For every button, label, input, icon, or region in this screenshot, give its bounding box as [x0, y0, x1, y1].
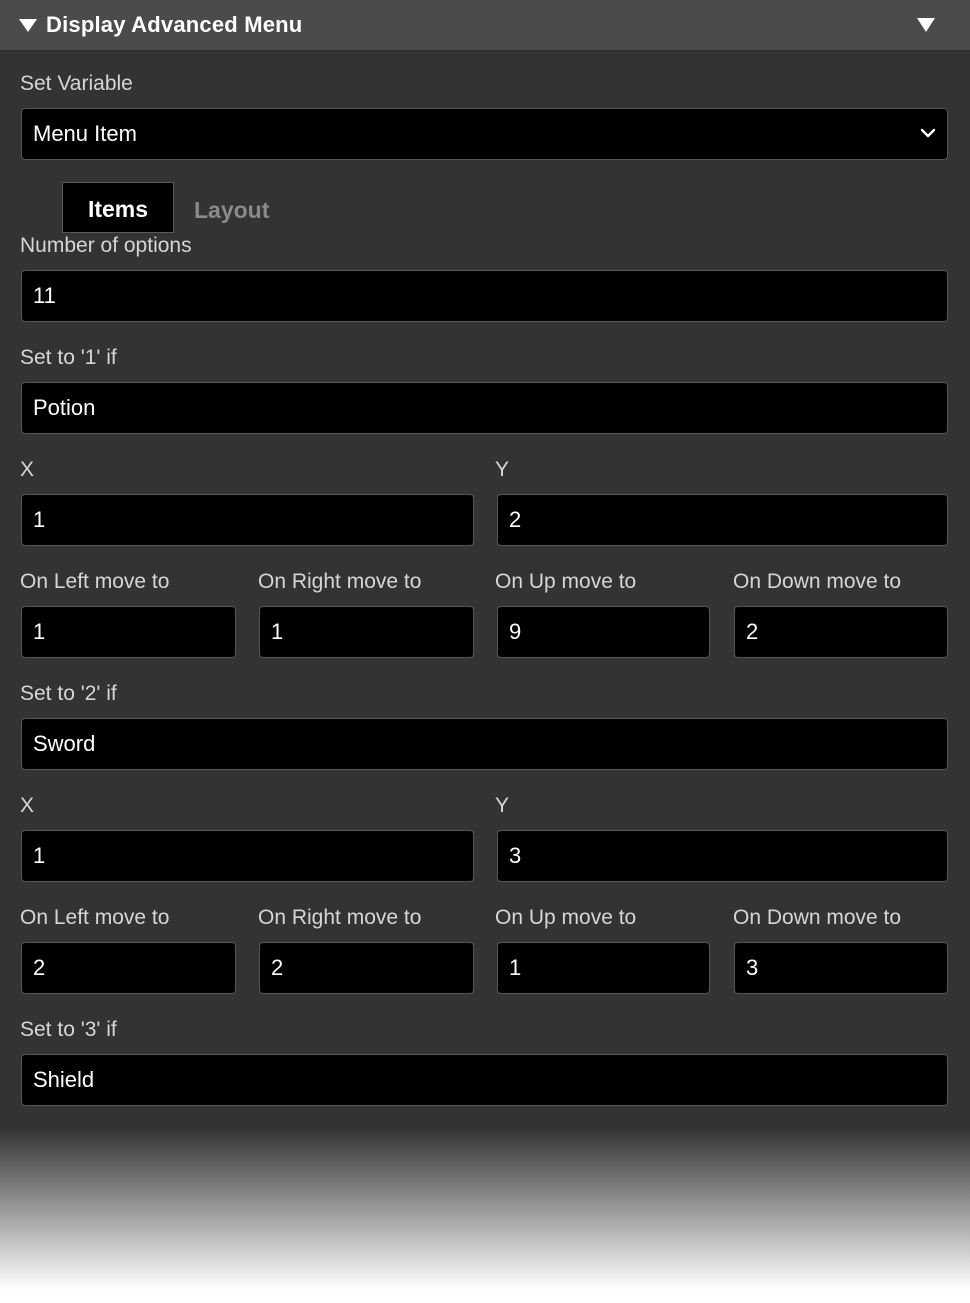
- option-1-label: Set to '1' if: [20, 346, 117, 369]
- option-1-down-input[interactable]: 2: [734, 606, 948, 658]
- set-variable-select[interactable]: Menu Item: [21, 108, 948, 160]
- option-2-up-label: On Up move to: [495, 906, 637, 929]
- option-1-x-label: X: [20, 458, 35, 481]
- option-1-condition-input[interactable]: Potion: [21, 382, 948, 434]
- set-variable-value: Menu Item: [33, 121, 137, 146]
- option-2-x-input[interactable]: 1: [21, 830, 474, 882]
- option-1-up-input[interactable]: 9: [497, 606, 710, 658]
- panel-header[interactable]: Display Advanced Menu: [0, 0, 970, 51]
- option-1-y-label: Y: [495, 458, 510, 481]
- option-1-down-label: On Down move to: [733, 570, 902, 593]
- option-2-y-label: Y: [495, 794, 510, 817]
- option-2-left-label: On Left move to: [20, 906, 170, 929]
- option-3-condition-input[interactable]: Shield: [21, 1054, 948, 1106]
- option-1-right-label: On Right move to: [258, 570, 422, 593]
- option-1-left-input[interactable]: 1: [21, 606, 236, 658]
- option-1-y-input[interactable]: 2: [497, 494, 948, 546]
- set-variable-label: Set Variable: [20, 72, 133, 95]
- chevron-down-icon: [921, 128, 935, 138]
- tab-layout[interactable]: Layout: [194, 182, 269, 233]
- option-2-down-input[interactable]: 3: [734, 942, 948, 994]
- advanced-menu-panel: Display Advanced Menu Set Variable Menu …: [0, 0, 970, 1303]
- option-2-right-label: On Right move to: [258, 906, 422, 929]
- option-2-down-label: On Down move to: [733, 906, 902, 929]
- option-2-x-label: X: [20, 794, 35, 817]
- tab-items[interactable]: Items: [62, 182, 174, 233]
- option-1-x-input[interactable]: 1: [21, 494, 474, 546]
- dropdown-triangle-icon[interactable]: [917, 18, 935, 32]
- option-2-condition-input[interactable]: Sword: [21, 718, 948, 770]
- option-2-left-input[interactable]: 2: [21, 942, 236, 994]
- option-2-right-input[interactable]: 2: [259, 942, 474, 994]
- collapse-triangle-icon[interactable]: [19, 19, 37, 32]
- option-1-right-input[interactable]: 1: [259, 606, 474, 658]
- panel-title: Display Advanced Menu: [46, 12, 303, 37]
- option-1-up-label: On Up move to: [495, 570, 637, 593]
- option-2-label: Set to '2' if: [20, 682, 117, 705]
- option-2-y-input[interactable]: 3: [497, 830, 948, 882]
- option-2-up-input[interactable]: 1: [497, 942, 710, 994]
- option-1-left-label: On Left move to: [20, 570, 170, 593]
- number-of-options-label: Number of options: [20, 234, 192, 257]
- option-3-label: Set to '3' if: [20, 1018, 117, 1041]
- number-of-options-input[interactable]: 11: [21, 270, 948, 322]
